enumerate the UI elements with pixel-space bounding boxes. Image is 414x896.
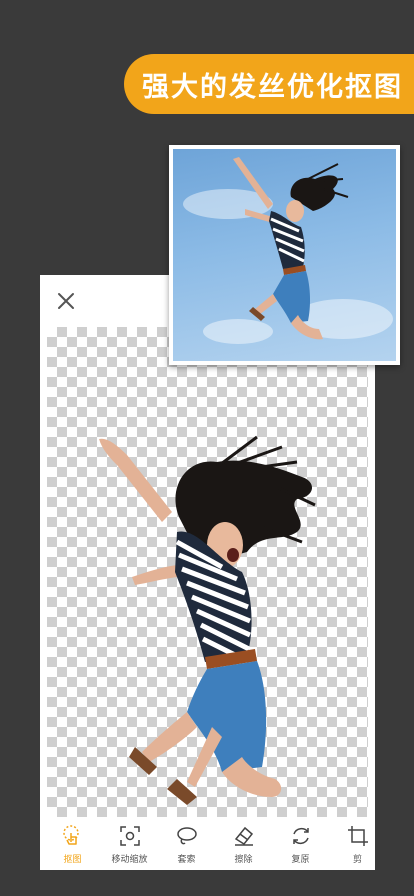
tool-lasso[interactable]: 套索 (158, 818, 215, 865)
bottom-toolbar: 抠图 移动缩放 套索 擦除 复原 剪 (40, 818, 375, 870)
move-zoom-icon (119, 826, 140, 846)
sky-background (173, 149, 396, 361)
eraser-icon (234, 826, 253, 846)
restore-icon (292, 828, 309, 844)
tool-erase-label: 擦除 (234, 855, 253, 865)
promo-banner-text: 强大的发丝优化抠图 (142, 71, 403, 103)
crop-icon (347, 826, 368, 846)
tool-erase[interactable]: 擦除 (215, 818, 272, 865)
tap-hand-icon (62, 825, 79, 845)
close-icon (58, 293, 74, 309)
tool-crop[interactable]: 剪 (329, 818, 375, 865)
tool-cutout-label: 抠图 (63, 855, 82, 865)
original-photo-subject (233, 157, 349, 340)
tool-lasso-label: 套索 (177, 855, 196, 865)
close-button[interactable] (54, 289, 78, 313)
cutout-subject (99, 435, 316, 805)
tool-crop-label: 剪 (352, 855, 362, 865)
tool-move-zoom[interactable]: 移动缩放 (101, 818, 158, 865)
original-photo-preview (169, 145, 400, 365)
tool-move-zoom-label: 移动缩放 (111, 855, 148, 865)
tool-restore-label: 复原 (291, 855, 310, 865)
tool-restore[interactable]: 复原 (272, 818, 329, 865)
tool-cutout[interactable]: 抠图 (44, 818, 101, 865)
lasso-icon (176, 827, 197, 845)
cutout-canvas[interactable] (47, 327, 368, 817)
promo-banner: 强大的发丝优化抠图 (124, 54, 414, 114)
